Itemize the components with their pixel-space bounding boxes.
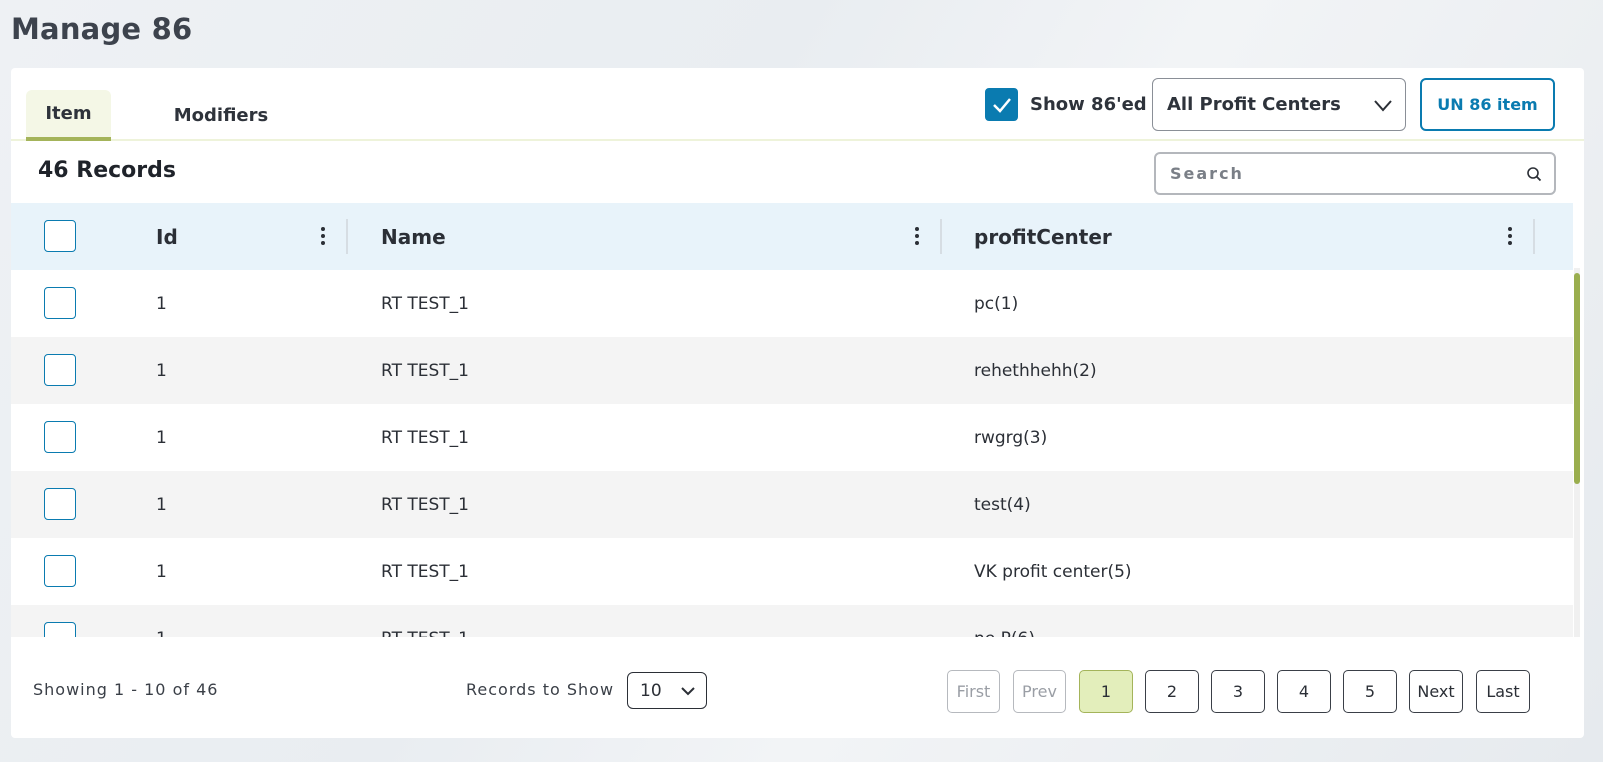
chevron-down-icon — [681, 687, 695, 696]
search-icon[interactable] — [1526, 166, 1542, 182]
cell-name: RT TEST_1 — [381, 494, 469, 515]
table-row[interactable]: 1 RT TEST_1 rehethhehh(2) — [11, 337, 1573, 404]
cell-name: RT TEST_1 — [381, 293, 469, 314]
cell-profit-center: pc(1) — [974, 293, 1019, 314]
cell-profit-center: test(4) — [974, 494, 1031, 515]
cell-name: RT TEST_1 — [381, 360, 469, 381]
page-button-3[interactable]: 3 — [1211, 670, 1265, 713]
header-id: Id — [156, 224, 178, 249]
page-button-2[interactable]: 2 — [1145, 670, 1199, 713]
page-title: Manage 86 — [11, 12, 193, 46]
main-card: Item Modifiers Show 86'ed All Profit Cen… — [11, 68, 1584, 738]
showing-range: Showing 1 - 10 of 46 — [33, 680, 219, 699]
last-page-button[interactable]: Last — [1476, 670, 1530, 713]
prev-page-button[interactable]: Prev — [1013, 670, 1066, 713]
row-checkbox[interactable] — [44, 421, 76, 453]
cell-profit-center: VK profit center(5) — [974, 561, 1132, 582]
cell-id: 1 — [156, 360, 167, 381]
cell-profit-center: rwgrg(3) — [974, 427, 1048, 448]
records-to-show-label: Records to Show — [466, 680, 615, 699]
show-86-checkbox[interactable] — [985, 88, 1018, 121]
column-divider[interactable] — [1533, 219, 1535, 254]
records-count: 46 Records — [38, 158, 176, 183]
show-86-label: Show 86'ed — [1030, 94, 1147, 115]
page-button-5[interactable]: 5 — [1343, 670, 1397, 713]
cell-id: 1 — [156, 427, 167, 448]
table-header: Id Name profitCenter — [11, 203, 1573, 270]
table-row[interactable]: 1 RT TEST_1 rwgrg(3) — [11, 404, 1573, 471]
tab-item[interactable]: Item — [26, 90, 111, 141]
cell-id: 1 — [156, 629, 167, 638]
row-checkbox[interactable] — [44, 287, 76, 319]
tab-bar: Item Modifiers Show 86'ed All Profit Cen… — [11, 68, 1584, 141]
cell-name: RT TEST_1 — [381, 629, 469, 638]
row-checkbox[interactable] — [44, 555, 76, 587]
records-to-show-value: 10 — [640, 680, 662, 701]
cell-id: 1 — [156, 561, 167, 582]
column-divider[interactable] — [346, 219, 348, 254]
table-row[interactable]: 1 RT TEST_1 ne P(6) — [11, 605, 1573, 637]
select-all-checkbox[interactable] — [44, 220, 76, 252]
profit-center-column-menu-icon[interactable] — [1502, 224, 1518, 248]
data-table: Id Name profitCenter 1 RT TEST_1 pc(1) 1… — [11, 203, 1573, 637]
cell-name: RT TEST_1 — [381, 427, 469, 448]
page-button-1[interactable]: 1 — [1079, 670, 1133, 713]
next-page-button[interactable]: Next — [1409, 670, 1463, 713]
tab-modifiers[interactable]: Modifiers — [161, 90, 281, 141]
table-row[interactable]: 1 RT TEST_1 pc(1) — [11, 270, 1573, 337]
cell-id: 1 — [156, 494, 167, 515]
page-button-4[interactable]: 4 — [1277, 670, 1331, 713]
profit-center-select-value: All Profit Centers — [1167, 94, 1341, 115]
row-checkbox[interactable] — [44, 354, 76, 386]
row-checkbox[interactable] — [44, 488, 76, 520]
cell-name: RT TEST_1 — [381, 561, 469, 582]
scrollbar-thumb[interactable] — [1574, 273, 1580, 484]
cell-id: 1 — [156, 293, 167, 314]
first-page-button[interactable]: First — [947, 670, 1000, 713]
name-column-menu-icon[interactable] — [909, 224, 925, 248]
un-86-item-button[interactable]: UN 86 item — [1420, 78, 1555, 131]
search-box — [1154, 152, 1556, 195]
table-row[interactable]: 1 RT TEST_1 VK profit center(5) — [11, 538, 1573, 605]
records-to-show-select[interactable]: 10 — [627, 672, 707, 709]
cell-profit-center: ne P(6) — [974, 629, 1035, 638]
header-name: Name — [381, 224, 446, 249]
id-column-menu-icon[interactable] — [315, 224, 331, 248]
checkmark-icon — [992, 97, 1011, 113]
table-row[interactable]: 1 RT TEST_1 test(4) — [11, 471, 1573, 538]
row-checkbox[interactable] — [44, 622, 76, 637]
cell-profit-center: rehethhehh(2) — [974, 360, 1097, 381]
search-input[interactable] — [1156, 154, 1554, 193]
chevron-down-icon — [1374, 100, 1392, 112]
header-profit-center: profitCenter — [974, 224, 1112, 249]
profit-center-select[interactable]: All Profit Centers — [1152, 78, 1406, 131]
show-86-toggle[interactable]: Show 86'ed — [985, 88, 1147, 121]
column-divider[interactable] — [940, 219, 942, 254]
